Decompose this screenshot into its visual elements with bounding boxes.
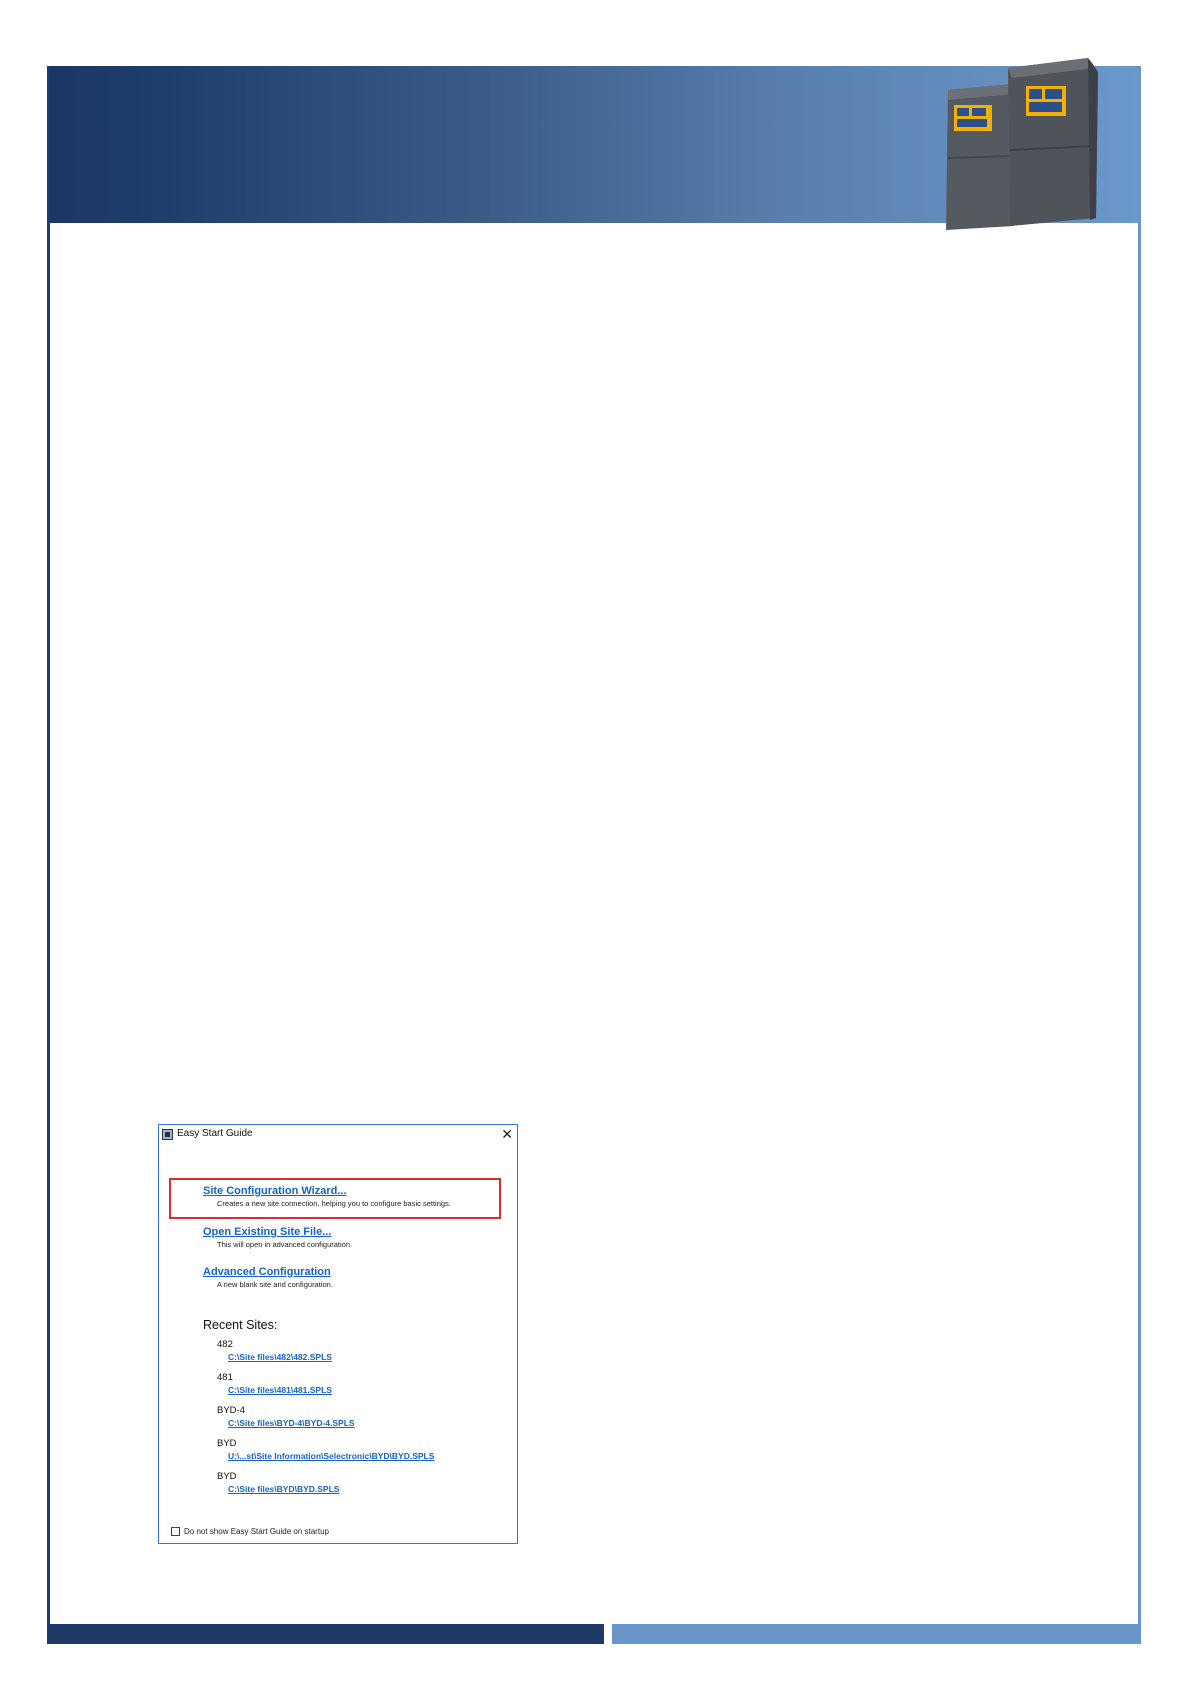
recent-site-path-link[interactable]: C:\Site files\482\482.SPLS [228,1351,434,1363]
list-item: BYD-4 C:\Site files\BYD-4\BYD-4.SPLS [217,1405,434,1438]
page-border-right [1138,66,1141,1626]
recent-site-path-link[interactable]: C:\Site files\481\481.SPLS [228,1384,434,1396]
recent-site-path-link[interactable]: C:\Site files\BYD\BYD.SPLS [228,1483,434,1495]
recent-site-name: BYD-4 [217,1405,245,1416]
startup-option: Do not show Easy Start Guide on startup [171,1527,329,1536]
do-not-show-label: Do not show Easy Start Guide on startup [184,1527,329,1536]
recent-site-name: 482 [217,1339,233,1350]
option-description: Creates a new site connection, helping y… [217,1199,451,1208]
recent-sites-list: 482 C:\Site files\482\482.SPLS 481 C:\Si… [217,1339,434,1504]
recent-site-path-link[interactable]: U:\...st\Site Information\Selectronic\BY… [228,1450,434,1462]
recent-site-name: BYD [217,1471,237,1482]
recent-sites-heading: Recent Sites: [203,1318,278,1332]
list-item: 481 C:\Site files\481\481.SPLS [217,1372,434,1405]
easy-start-guide-dialog: Easy Start Guide ✕ Site Configuration Wi… [158,1124,518,1544]
option-open-existing-site-file: Open Existing Site File... This will ope… [203,1226,352,1249]
do-not-show-checkbox[interactable] [171,1527,180,1536]
advanced-configuration-link[interactable]: Advanced Configuration [203,1266,333,1278]
dialog-titlebar: Easy Start Guide ✕ [159,1125,517,1147]
recent-site-name: 481 [217,1372,233,1383]
inverter-product-image [946,58,1098,230]
list-item: BYD C:\Site files\BYD\BYD.SPLS [217,1471,434,1504]
page-border-left [47,66,50,1626]
dialog-title: Easy Start Guide [177,1128,253,1139]
app-icon [162,1129,173,1140]
list-item: BYD U:\...st\Site Information\Selectroni… [217,1438,434,1471]
option-description: A new blank site and configuration. [217,1280,333,1289]
recent-site-name: BYD [217,1438,237,1449]
footer-bar-dark [47,1624,604,1644]
close-icon[interactable]: ✕ [501,1126,513,1142]
site-configuration-wizard-link[interactable]: Site Configuration Wizard... [203,1185,451,1197]
recent-site-path-link[interactable]: C:\Site files\BYD-4\BYD-4.SPLS [228,1417,434,1429]
option-site-configuration-wizard: Site Configuration Wizard... Creates a n… [203,1185,451,1208]
list-item: 482 C:\Site files\482\482.SPLS [217,1339,434,1372]
option-advanced-configuration: Advanced Configuration A new blank site … [203,1266,333,1289]
open-existing-site-file-link[interactable]: Open Existing Site File... [203,1226,352,1238]
option-description: This will open in advanced configuration… [217,1240,353,1249]
footer-bar-light [612,1624,1141,1644]
